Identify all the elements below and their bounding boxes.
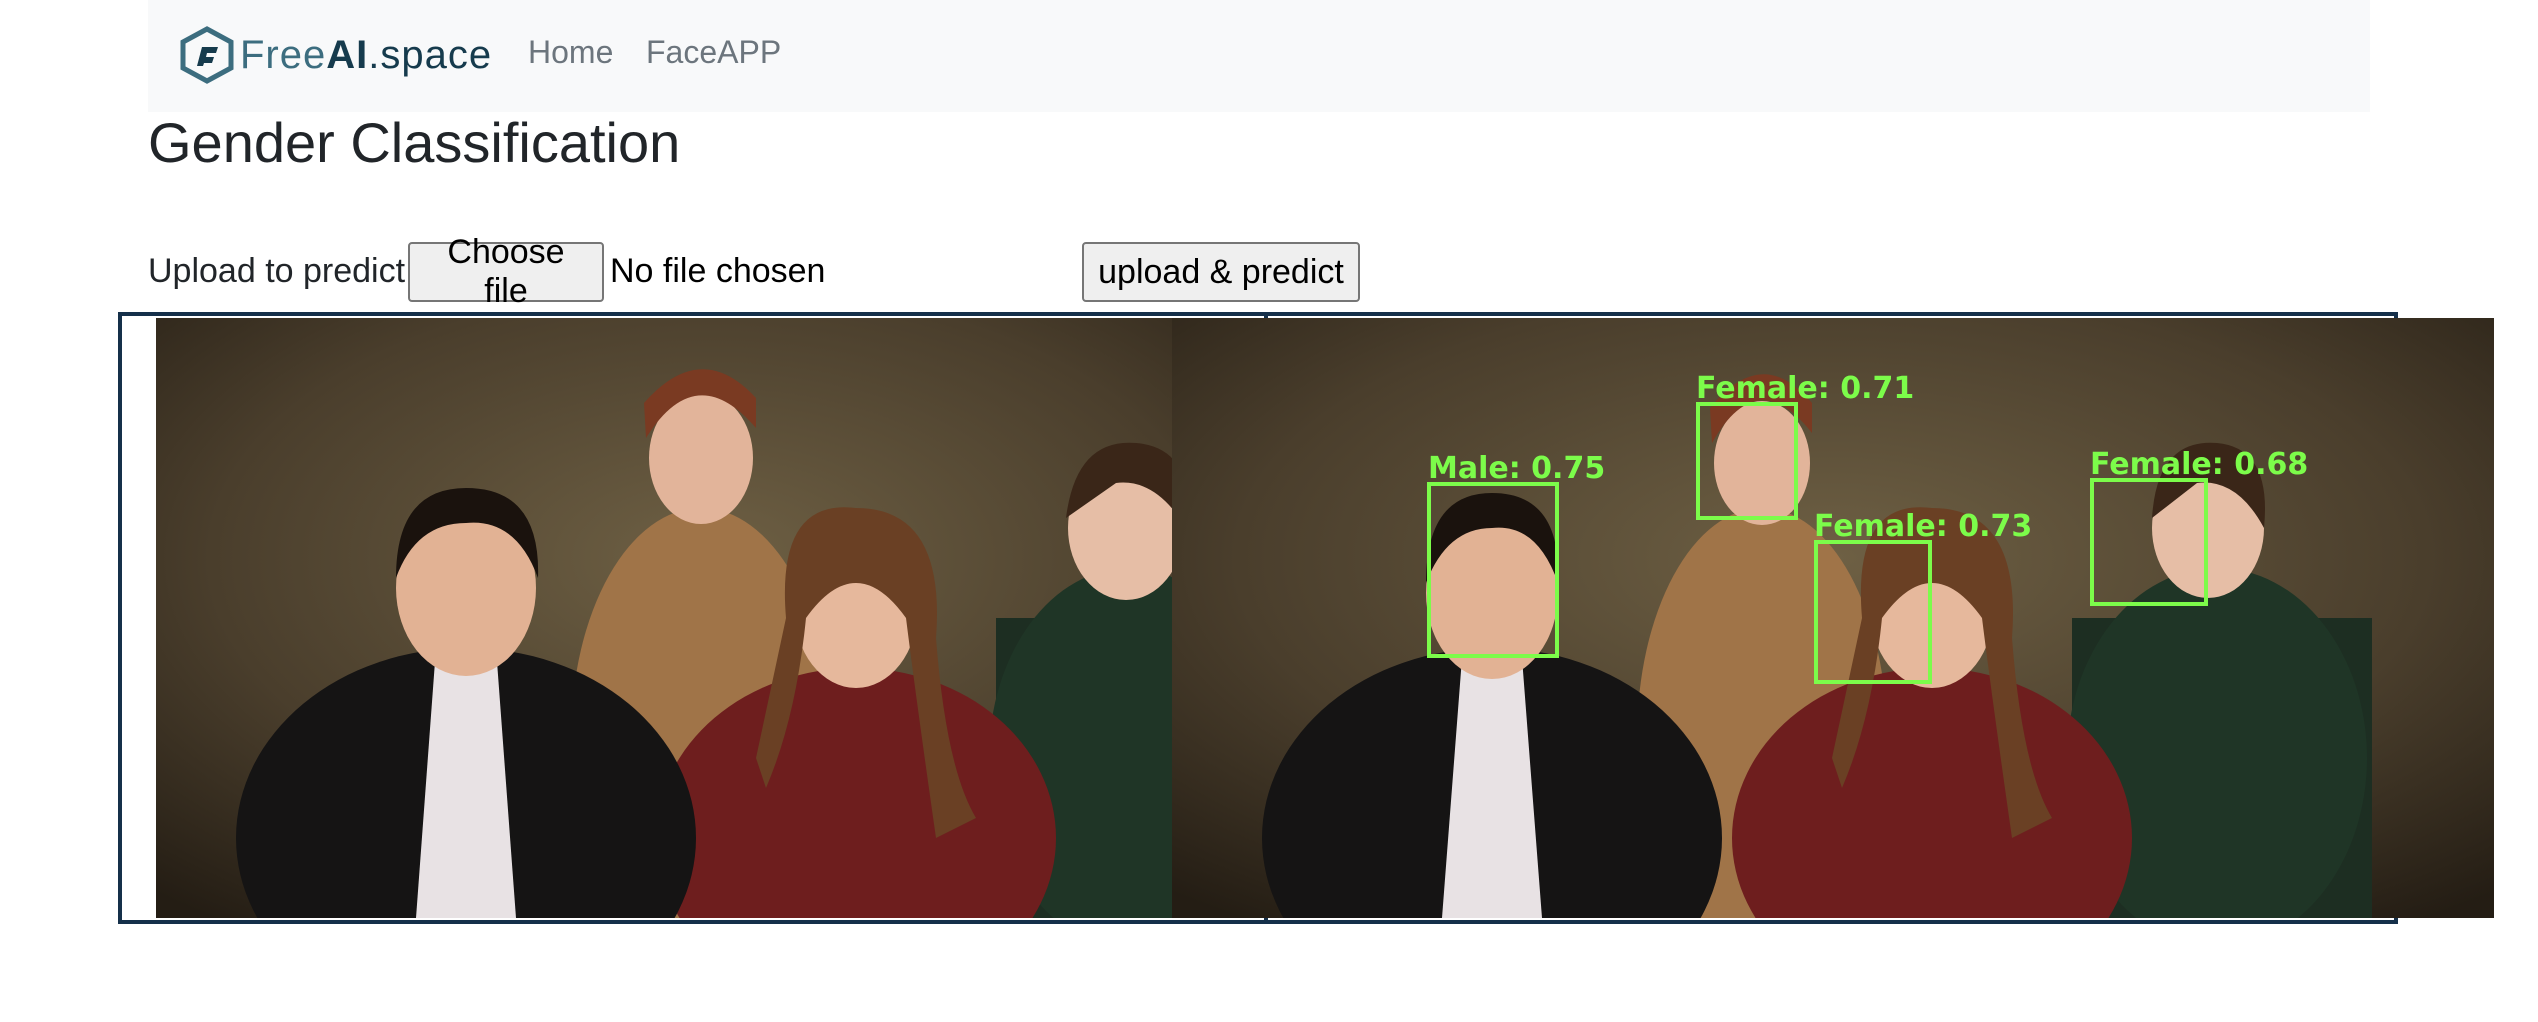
page-title: Gender Classification (148, 111, 681, 174)
brand-name: FreeAI.space (240, 33, 492, 78)
brand-logo-link[interactable]: FreeAI.space (180, 24, 492, 86)
prediction-photo: Male: 0.75 Female: 0.71 Female: 0.73 Fem… (1172, 318, 2494, 918)
detection-label: Female: 0.68 (2090, 447, 2308, 482)
brand-free: Free (240, 32, 327, 77)
nav-link-faceapp[interactable]: FaceAPP (646, 34, 781, 71)
file-status-text: No file chosen (610, 252, 826, 290)
detection-label: Male: 0.75 (1428, 451, 1605, 486)
brand-ai: AI (326, 32, 369, 77)
nav-link-home[interactable]: Home (528, 34, 613, 71)
choose-file-button[interactable]: Choose file (408, 233, 604, 310)
brand-space: .space (368, 32, 493, 77)
upload-label: Upload to predict (148, 252, 406, 290)
navbar: FreeAI.space Home FaceAPP (148, 0, 2370, 112)
detection-label: Female: 0.71 (1696, 371, 1914, 406)
original-photo (156, 318, 1264, 918)
detection-label: Female: 0.73 (1814, 509, 2032, 544)
upload-predict-button[interactable]: upload & predict (1082, 242, 1360, 302)
freeai-logo-icon (180, 26, 234, 84)
upload-form: Upload to predict Choose file No file ch… (148, 233, 1448, 310)
